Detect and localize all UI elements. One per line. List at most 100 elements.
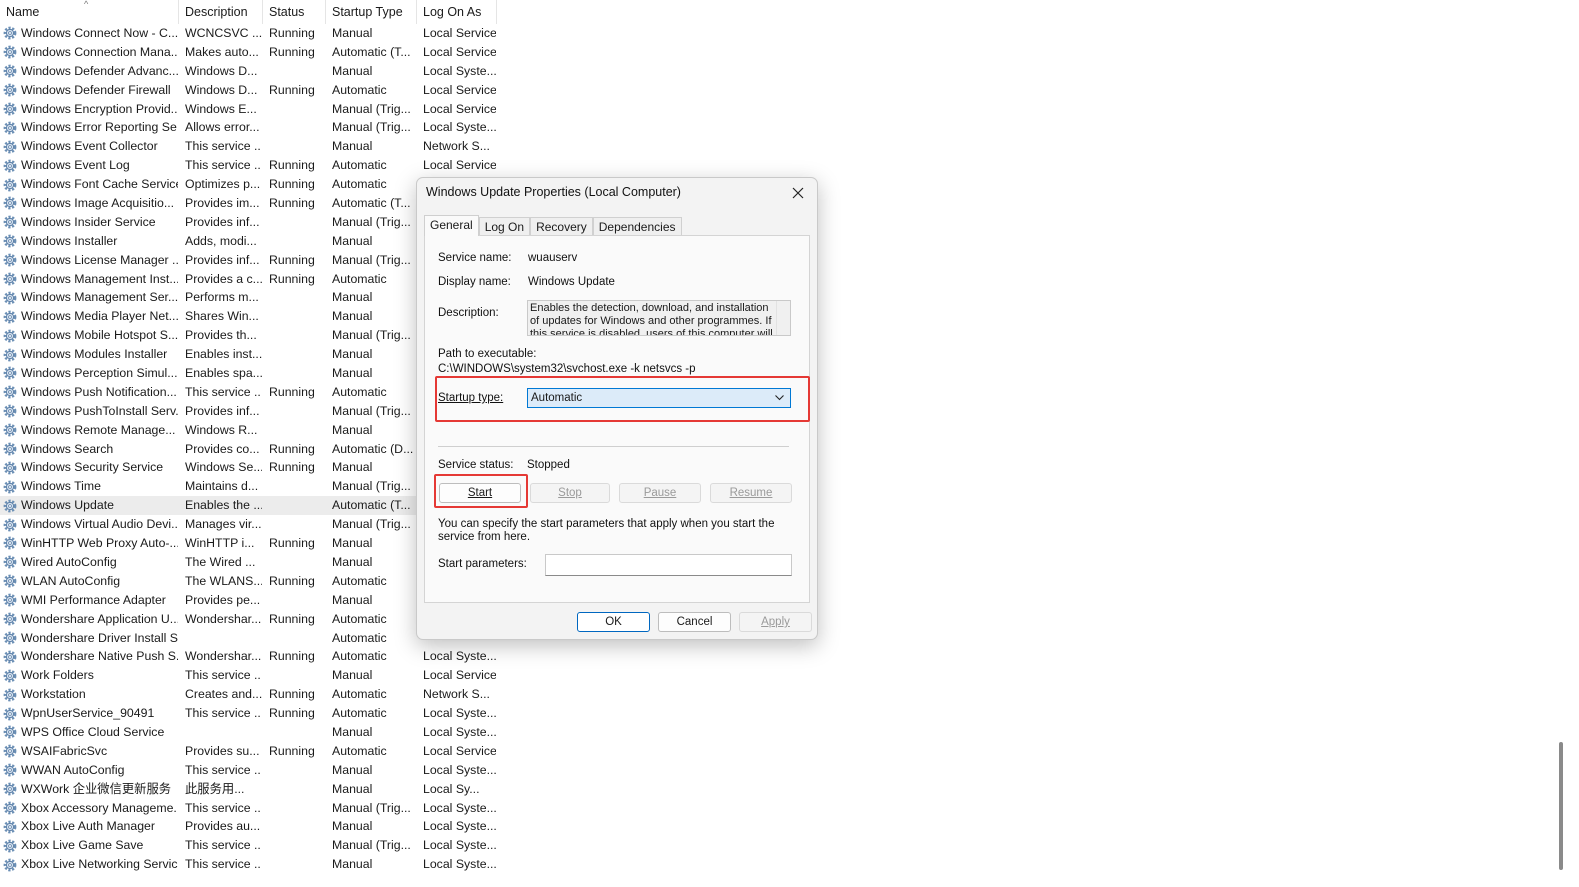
ok-button-label: OK — [605, 616, 622, 628]
service-status — [263, 836, 326, 855]
service-log-on-as: Local Syste... — [423, 838, 497, 853]
service-status — [263, 402, 326, 421]
service-description: Creates and... — [185, 687, 263, 702]
close-icon — [792, 187, 804, 199]
service-startup-type: Manual — [332, 460, 373, 475]
tab-log-on[interactable]: Log On — [478, 217, 531, 236]
service-description: Provides inf... — [185, 403, 260, 418]
table-row[interactable]: Xbox Live Auth Manager Provides au... Manu… — [0, 817, 497, 836]
service-name: Wondershare Application U... — [21, 611, 179, 626]
service-name-cell: Wondershare Driver Install S... — [0, 629, 179, 648]
column-header-description[interactable]: Description — [179, 0, 263, 24]
service-gear-icon — [2, 668, 18, 684]
tab-dependencies[interactable]: Dependencies — [592, 217, 682, 236]
service-log-on-as: Local Service — [423, 44, 497, 59]
pause-button[interactable]: Pause — [619, 483, 701, 503]
service-log-on-as: Local Syste... — [423, 819, 497, 834]
service-startup-type: Automatic (T... — [332, 44, 411, 59]
service-status — [263, 799, 326, 818]
tab-recovery[interactable]: Recovery — [530, 217, 593, 236]
service-status: Running — [269, 687, 315, 702]
cancel-button[interactable]: Cancel — [658, 612, 731, 632]
table-row[interactable]: Workstation Creates and... Running Automati… — [0, 685, 497, 704]
table-row[interactable]: WXWork 企业微信更新服务 此服务用... Manual Local Sy... — [0, 780, 497, 799]
service-startup-type: Manual — [332, 26, 373, 40]
service-name: Windows Installer — [21, 233, 118, 248]
service-status: Running — [269, 177, 315, 192]
start-parameters-input[interactable] — [545, 554, 792, 576]
table-row[interactable]: Wondershare Native Push S... Wondershar..… — [0, 647, 497, 666]
service-name: WinHTTP Web Proxy Auto-... — [21, 536, 179, 551]
start-button[interactable]: Start — [439, 483, 521, 503]
service-status — [263, 780, 326, 799]
service-status — [263, 232, 326, 251]
service-status — [263, 817, 326, 836]
service-description: WCNCSVC ... — [185, 26, 263, 40]
service-gear-icon — [2, 101, 18, 117]
service-name: Windows Font Cache Service — [21, 177, 179, 192]
apply-button[interactable]: Apply — [739, 612, 812, 632]
service-name: Windows Event Collector — [21, 139, 158, 154]
service-startup-type: Manual (Trig... — [332, 800, 411, 815]
service-startup-type: Manual — [332, 592, 373, 607]
resume-button[interactable]: Resume — [710, 483, 792, 503]
service-startup-type: Manual — [332, 422, 373, 437]
table-row[interactable]: Xbox Live Networking Service This service… — [0, 855, 497, 874]
service-gear-icon — [2, 592, 18, 608]
service-status — [263, 553, 326, 572]
service-startup-type: Manual — [332, 366, 373, 381]
table-row[interactable]: WWAN AutoConfig This service ... Manual Loc… — [0, 761, 497, 780]
service-name-cell: Windows Image Acquisitio... — [0, 194, 179, 213]
service-description: Provides inf... — [185, 252, 260, 267]
service-name-cell: Windows Connect Now - C... — [0, 24, 179, 43]
table-row[interactable]: Windows Error Reporting Se... Allows erro… — [0, 118, 497, 137]
service-startup-type: Manual (Trig... — [332, 479, 411, 494]
service-status — [263, 326, 326, 345]
service-status: Running — [269, 384, 315, 399]
service-description — [179, 629, 263, 648]
service-startup-type: Manual (Trig... — [332, 403, 411, 418]
service-name: Windows Virtual Audio Devi... — [21, 517, 179, 532]
table-row[interactable]: Windows Defender Advanc... Windows D... Ma… — [0, 62, 497, 81]
service-name: Work Folders — [21, 668, 94, 683]
table-row[interactable]: WPS Office Cloud Service Manual Local Syst… — [0, 723, 497, 742]
close-button[interactable] — [785, 182, 811, 204]
service-gear-icon — [2, 309, 18, 325]
service-description: This service ... — [185, 838, 263, 853]
service-name-cell: Wired AutoConfig — [0, 553, 179, 572]
tab-general[interactable]: General — [424, 215, 479, 236]
column-header-startup-type[interactable]: Startup Type — [326, 0, 417, 24]
service-log-on-as: Network S... — [423, 139, 490, 154]
description-scrollbar[interactable] — [776, 301, 790, 335]
vertical-scrollbar[interactable] — [1559, 742, 1563, 870]
service-gear-icon — [2, 743, 18, 759]
table-row[interactable]: Windows Connect Now - C... WCNCSVC ... Run… — [0, 24, 497, 43]
service-status — [263, 496, 326, 515]
service-startup-type: Automatic — [332, 687, 387, 702]
service-gear-icon — [2, 460, 18, 476]
service-startup-type: Automatic (T... — [332, 196, 411, 211]
service-startup-type: Automatic — [332, 630, 387, 645]
table-row[interactable]: Work Folders This service ... Manual Local … — [0, 666, 497, 685]
column-header-status[interactable]: Status — [263, 0, 326, 24]
service-gear-icon — [2, 706, 18, 722]
column-header-name[interactable]: Name ^ — [0, 0, 179, 24]
table-row[interactable]: Xbox Live Game Save This service ... Manua… — [0, 836, 497, 855]
startup-type-select[interactable]: Automatic — [527, 388, 791, 408]
table-row[interactable]: WSAIFabricSvc Provides su... Running Automa… — [0, 742, 497, 761]
service-description: WinHTTP i... — [185, 536, 255, 551]
table-row[interactable]: WpnUserService_90491 This service ... Runn… — [0, 704, 497, 723]
service-name: Windows Search — [21, 441, 114, 456]
stop-button[interactable]: Stop — [530, 483, 610, 503]
table-row[interactable]: Windows Event Collector This service ... M… — [0, 137, 497, 156]
table-row[interactable]: Windows Connection Mana... Makes auto... R… — [0, 43, 497, 62]
service-name-cell: Work Folders — [0, 666, 179, 685]
table-row[interactable]: Windows Encryption Provid... Windows E...… — [0, 100, 497, 119]
table-row[interactable]: Windows Defender Firewall Windows D... Run… — [0, 81, 497, 100]
ok-button[interactable]: OK — [577, 612, 650, 632]
service-status — [263, 515, 326, 534]
description-textbox[interactable]: Enables the detection, download, and ins… — [527, 300, 791, 336]
table-row[interactable]: Windows Event Log This service ... Running… — [0, 156, 497, 175]
table-row[interactable]: Xbox Accessory Manageme... This service .… — [0, 799, 497, 818]
column-header-log-on-as[interactable]: Log On As — [417, 0, 497, 24]
